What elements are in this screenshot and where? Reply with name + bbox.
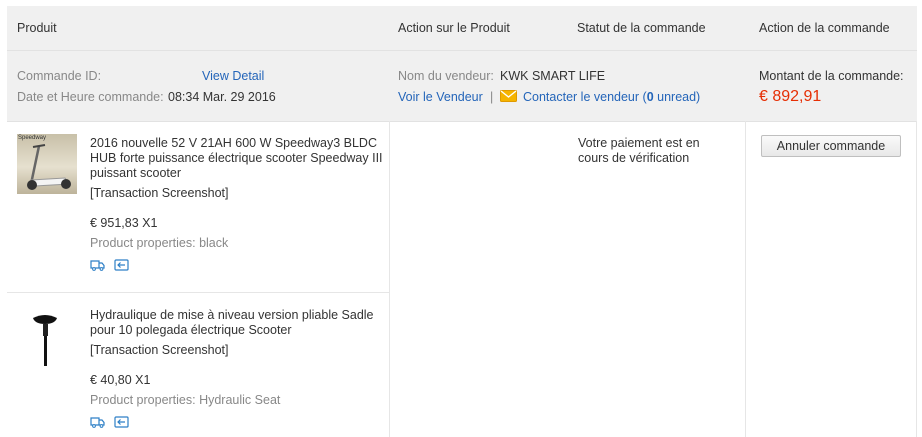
product-properties: Product properties: black (90, 236, 229, 250)
view-seller-link[interactable]: Voir le Vendeur (398, 90, 483, 104)
transaction-screenshot-link[interactable]: [Transaction Screenshot] (90, 186, 229, 201)
order-date-value: 08:34 Mar. 29 2016 (168, 90, 276, 104)
orders-table-header: Produit Action sur le Produit Statut de … (7, 6, 917, 50)
view-detail-link[interactable]: View Detail (202, 69, 264, 83)
column-divider (916, 121, 917, 437)
product-price: € 40,80 X1 (90, 373, 151, 387)
column-divider (389, 121, 390, 437)
product-title-line: Hydraulique de mise à niveau version pli… (90, 308, 374, 322)
column-header-product: Produit (17, 21, 57, 35)
seller-name: KWK SMART LIFE (500, 69, 606, 83)
product-properties: Product properties: Hydraulic Seat (90, 393, 281, 407)
product-price: € 951,83 X1 (90, 216, 158, 230)
order-amount-label: Montant de la commande: (759, 69, 904, 83)
seat-image (33, 315, 57, 366)
shipping-truck-icon[interactable] (90, 416, 105, 428)
transaction-screenshot-link[interactable]: [Transaction Screenshot] (90, 343, 229, 358)
column-header-order-status: Statut de la commande (577, 21, 706, 35)
envelope-icon[interactable] (500, 90, 518, 103)
unread-count: 0 (646, 90, 654, 104)
scooter-image (27, 144, 71, 190)
cancel-order-button[interactable]: Annuler commande (761, 135, 901, 157)
product-divider (7, 292, 389, 293)
link-separator: | (490, 90, 494, 104)
product-title-2[interactable]: Hydraulique de mise à niveau version pli… (90, 308, 374, 338)
order-amount-value: € 892,91 (759, 88, 822, 105)
product-title-line: 2016 nouvelle 52 V 21AH 600 W Speedway3 … (90, 136, 377, 150)
seller-name-label: Nom du vendeur: (398, 69, 494, 83)
return-refund-icon[interactable] (114, 259, 129, 271)
product-title-line: pour 10 polegada électrique Scooter (90, 323, 292, 337)
order-date-label: Date et Heure commande: (17, 90, 164, 104)
unread-close: unread) (653, 90, 701, 104)
column-header-product-action: Action sur le Produit (398, 21, 510, 35)
return-refund-icon[interactable] (114, 416, 129, 428)
product-title-line: puissant scooter (90, 166, 182, 180)
product-title-1[interactable]: 2016 nouvelle 52 V 21AH 600 W Speedway3 … (90, 136, 383, 181)
column-divider (745, 121, 746, 437)
column-header-order-action: Action de la commande (759, 21, 890, 35)
shipping-truck-icon[interactable] (90, 259, 105, 271)
product-title-line: HUB forte puissance électrique scooter S… (90, 151, 383, 165)
order-status: Votre paiement est en cours de vérificat… (578, 136, 700, 165)
contact-seller-label: Contacter le vendeur (523, 90, 640, 104)
order-id-label: Commande ID: (17, 69, 102, 83)
order-info-row: Commande ID: View Detail Date et Heure c… (7, 50, 917, 122)
contact-seller-link[interactable]: Contacter le vendeur (0 unread) (523, 90, 700, 104)
product-thumbnail-seat[interactable] (17, 310, 77, 370)
product-thumbnail-scooter[interactable]: Speedway (17, 134, 77, 194)
